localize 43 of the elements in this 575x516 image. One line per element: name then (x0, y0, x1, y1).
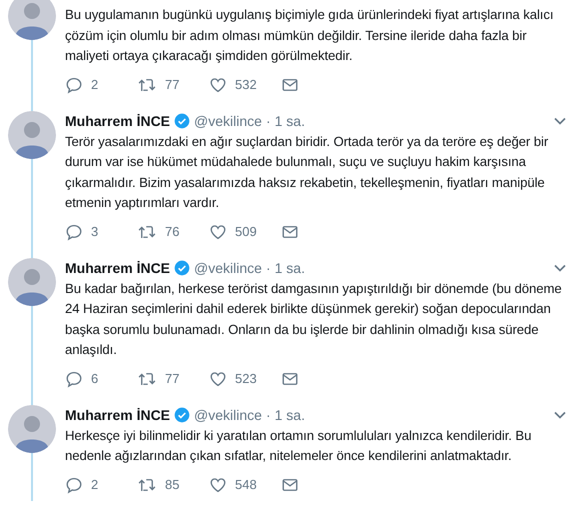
heart-icon[interactable] (209, 76, 227, 94)
author-name[interactable]: Muharrem İNCE (65, 406, 170, 422)
avatar[interactable] (8, 258, 56, 306)
avatar[interactable] (8, 110, 56, 158)
tweet-time[interactable]: 1 sa. (274, 260, 305, 276)
author-handle[interactable]: @vekilince (194, 260, 262, 276)
separator-dot: · (266, 406, 271, 422)
tweet-time[interactable]: 1 sa. (274, 112, 305, 128)
heart-icon[interactable] (209, 222, 227, 240)
author-handle[interactable]: @vekilince (194, 112, 262, 128)
like-count: 548 (235, 477, 257, 492)
avatar[interactable] (8, 404, 56, 452)
like-count: 523 (235, 371, 257, 386)
reply-count: 6 (91, 371, 98, 386)
tweet-text: Herkesçe iyi bilinmelidir ki yaratılan ortamın sorumluluları yalnızca kendileridir. Bu nedenle ağızlarından çıkan sıfatlar, nitelemeler önce kendilerini anlatmaktadır. (65, 426, 532, 465)
heart-icon[interactable] (209, 476, 227, 494)
retweet-count: 85 (165, 477, 180, 492)
tweet-text: Bu kadar bağırılan, herkese terörist damgasının yapıştırıldığı bir dönemde (bu döneme 24 Haziran seçimlerini dahil ederek birlikte düşünmek gerekir) soğan depocularından başka sorumlu bulunamadı. Onların da bu işlerde bir dahlinin olmadığı kısa sürede anlaşıldı. (65, 280, 563, 359)
author-name[interactable]: Muharrem İNCE (65, 260, 170, 276)
chevron-icon[interactable] (553, 410, 567, 420)
avatar[interactable] (8, 0, 56, 40)
retweet-count: 76 (165, 224, 180, 239)
separator-dot: · (266, 260, 271, 276)
reply-icon[interactable] (65, 476, 83, 494)
reply-count: 3 (91, 224, 98, 239)
separator-dot: · (266, 112, 271, 128)
author-name[interactable]: Muharrem İNCE (65, 112, 170, 128)
reply-icon[interactable] (65, 370, 83, 388)
retweet-count: 77 (165, 371, 180, 386)
tweet-text: Bu uygulamanın bugünkü uygulanış biçimiyle gıda ürünlerindeki fiyat artışlarına kalıcı çözüm için olumlu bir adım olması mümkün değildir. Tersine ileride daha fazla bir maliyeti ortaya çıkaracağı şimdiden görülmektedir. (65, 6, 554, 65)
chevron-icon[interactable] (553, 262, 567, 272)
like-count: 532 (235, 77, 257, 92)
author-handle[interactable]: @vekilince (194, 406, 262, 422)
reply-icon[interactable] (65, 76, 83, 94)
like-count: 509 (235, 224, 257, 239)
heart-icon[interactable] (209, 370, 227, 388)
chevron-icon[interactable] (553, 116, 567, 126)
reply-count: 2 (91, 77, 98, 92)
reply-icon[interactable] (65, 222, 83, 240)
retweet-count: 77 (165, 77, 180, 92)
tweet-text: Terör yasalarımızdaki en ağır suçlardan biridir. Ortada terör ya da teröre eş değer bir durum var ise hükümet müdahalede bulunmalı, suçu ve suçluyu hakim karşısına çıkarmalıdır. Bizim yasalarımızda haksız rekabetin, tekelleşmenin, fiyatları manipüle etmenin yaptırımları vardır. (65, 132, 550, 212)
tweet-time[interactable]: 1 sa. (274, 406, 305, 422)
reply-count: 2 (91, 477, 98, 492)
